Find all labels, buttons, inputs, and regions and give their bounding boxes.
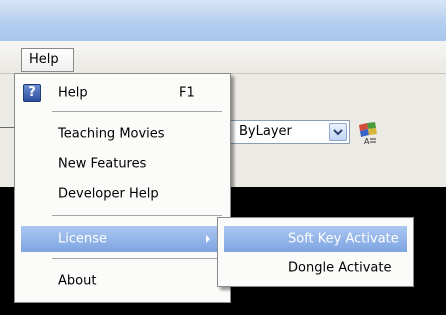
menu-separator xyxy=(52,215,222,216)
color-palette-icon[interactable]: A xyxy=(355,119,381,146)
submenu-item-dongle-activate-label: Dongle Activate xyxy=(288,260,392,276)
submenu-arrow-icon xyxy=(206,235,210,243)
submenu-item-soft-key-activate-label: Soft Key Activate xyxy=(288,231,399,247)
help-question-icon: ? xyxy=(23,84,41,102)
menu-item-license[interactable]: License xyxy=(21,226,224,252)
svg-text:A: A xyxy=(364,137,370,145)
menu-item-help[interactable]: ? Help F1 xyxy=(15,80,230,106)
submenu-item-soft-key-activate[interactable]: Soft Key Activate xyxy=(224,226,407,252)
menu-item-help-label: Help xyxy=(58,85,88,101)
menu-item-new-features[interactable]: New Features xyxy=(15,151,230,177)
menu-item-license-label: License xyxy=(58,231,108,247)
menu-separator xyxy=(52,111,222,112)
menu-item-about-label: About xyxy=(58,273,97,289)
help-dropdown-menu: ? Help F1 Teaching Movies New Features D… xyxy=(14,73,231,303)
menu-item-teaching-movies[interactable]: Teaching Movies xyxy=(15,121,230,147)
chevron-down-icon[interactable] xyxy=(329,123,347,141)
menu-item-teaching-movies-label: Teaching Movies xyxy=(58,126,165,142)
menu-separator xyxy=(52,258,222,259)
menu-help-label: Help xyxy=(29,52,59,67)
license-submenu: Soft Key Activate Dongle Activate xyxy=(217,217,414,287)
menu-item-help-shortcut: F1 xyxy=(179,85,195,101)
menu-item-developer-help-label: Developer Help xyxy=(58,186,159,202)
menu-item-developer-help[interactable]: Developer Help xyxy=(15,181,230,207)
layer-combo-value: ByLayer xyxy=(239,124,292,139)
menu-item-about[interactable]: About xyxy=(15,268,230,294)
layer-combo[interactable]: ByLayer xyxy=(230,120,350,144)
submenu-item-dongle-activate[interactable]: Dongle Activate xyxy=(224,255,407,281)
window-title-bar xyxy=(0,0,446,41)
menu-item-new-features-label: New Features xyxy=(58,156,147,172)
menu-help[interactable]: Help xyxy=(21,48,74,72)
